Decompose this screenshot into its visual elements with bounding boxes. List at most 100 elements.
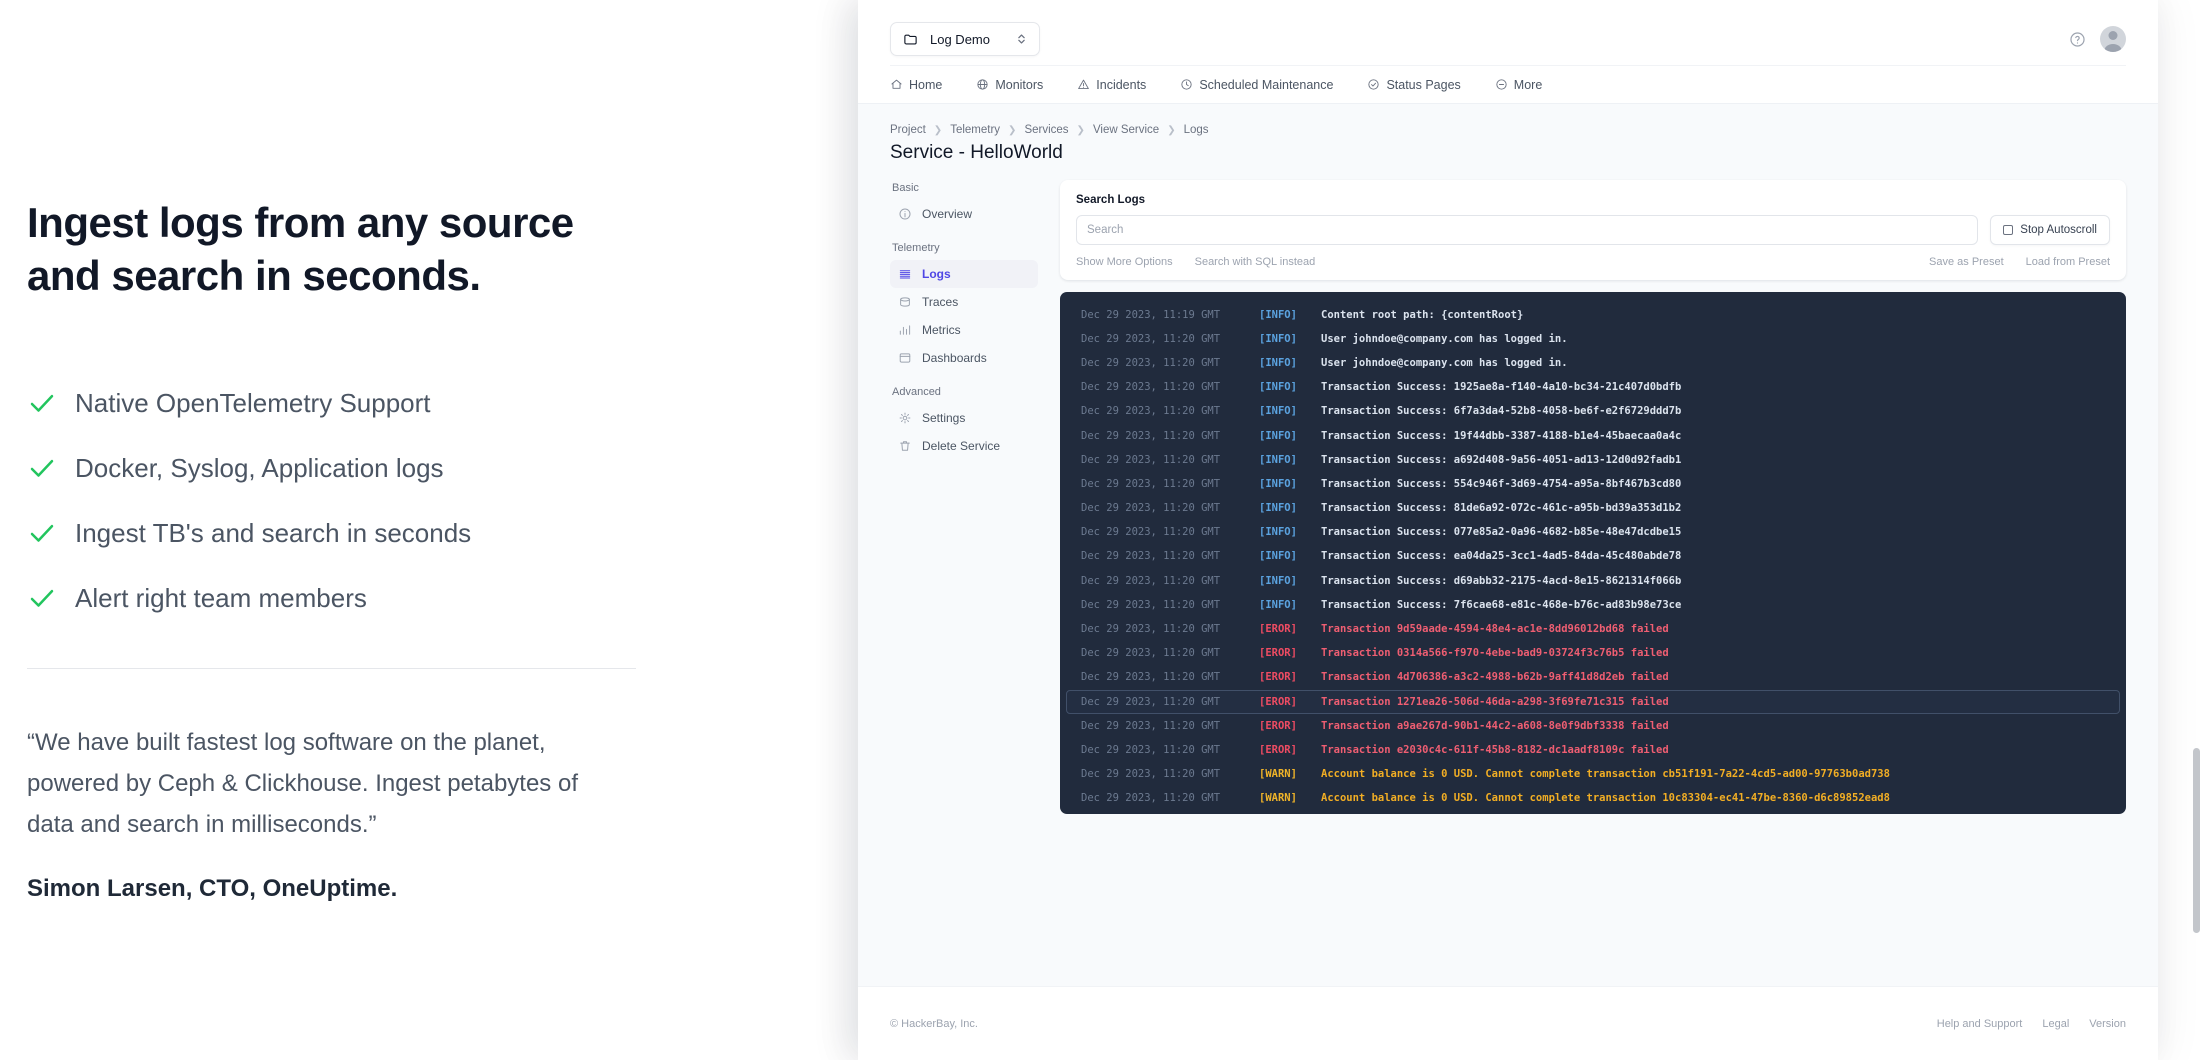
app-body: Project❯Telemetry❯Services❯View Service❯… xyxy=(858,103,2158,986)
feature-item: Alert right team members xyxy=(27,566,858,631)
sidebar-item-metrics[interactable]: Metrics xyxy=(890,316,1038,344)
footer-link-version[interactable]: Version xyxy=(2089,1018,2126,1030)
log-line[interactable]: Dec 29 2023, 11:20 GMT[INFO]User johndoe… xyxy=(1066,327,2120,351)
log-line[interactable]: Dec 29 2023, 11:20 GMT[INFO]Transaction … xyxy=(1066,545,2120,569)
stop-autoscroll-button[interactable]: Stop Autoscroll xyxy=(1990,215,2110,245)
log-level-badge: [INFO] xyxy=(1259,356,1321,371)
sidebar-group: TelemetryLogsTracesMetricsDashboards xyxy=(890,242,1038,372)
log-timestamp: Dec 29 2023, 11:20 GMT xyxy=(1081,404,1259,419)
link-show-more-options[interactable]: Show More Options xyxy=(1076,256,1173,268)
sidebar-item-overview[interactable]: Overview xyxy=(890,200,1038,228)
sidebar-item-traces[interactable]: Traces xyxy=(890,288,1038,316)
log-timestamp: Dec 29 2023, 11:20 GMT xyxy=(1081,743,1259,758)
sidebar-item-label: Settings xyxy=(922,411,965,425)
browser-scrollbar-thumb[interactable] xyxy=(2193,748,2200,933)
feature-label: Docker, Syslog, Application logs xyxy=(75,453,444,484)
sidebar-item-label: Logs xyxy=(922,267,951,281)
log-message: Transaction Success: 6f7a3da4-52b8-4058-… xyxy=(1321,404,1681,419)
log-line[interactable]: Dec 29 2023, 11:20 GMT[WARN]Account bala… xyxy=(1066,763,2120,787)
search-links-row: Show More Options Search with SQL instead… xyxy=(1076,256,2110,268)
log-line[interactable]: Dec 29 2023, 11:20 GMT[INFO]User johndoe… xyxy=(1066,351,2120,375)
log-timestamp: Dec 29 2023, 11:20 GMT xyxy=(1081,791,1259,806)
check-icon xyxy=(27,518,57,548)
log-message: Transaction 1271ea26-506d-46da-a298-3f69… xyxy=(1321,695,1669,710)
log-viewer[interactable]: Dec 29 2023, 11:19 GMT[INFO]Content root… xyxy=(1060,292,2126,814)
feature-item: Docker, Syslog, Application logs xyxy=(27,436,858,501)
sidebar-item-label: Overview xyxy=(922,207,972,221)
log-line[interactable]: Dec 29 2023, 11:20 GMT[INFO]User johndoe… xyxy=(1066,811,2120,814)
feature-list: Native OpenTelemetry Support Docker, Sysl… xyxy=(27,371,858,631)
log-line[interactable]: Dec 29 2023, 11:20 GMT[INFO]Transaction … xyxy=(1066,497,2120,521)
log-message: Transaction Success: 7f6cae68-e81c-468e-… xyxy=(1321,598,1681,613)
topbar-actions xyxy=(2069,26,2126,52)
log-message: Transaction Success: ea04da25-3cc1-4ad5-… xyxy=(1321,549,1681,564)
nav-item-home[interactable]: Home xyxy=(890,78,942,92)
breadcrumb-item[interactable]: View Service xyxy=(1093,124,1159,136)
log-line[interactable]: Dec 29 2023, 11:20 GMT[INFO]Transaction … xyxy=(1066,569,2120,593)
sidebar-group-title: Advanced xyxy=(892,386,1038,398)
log-line[interactable]: Dec 29 2023, 11:20 GMT[EROR]Transaction … xyxy=(1066,714,2120,738)
app-topbar: Log Demo xyxy=(858,0,2158,103)
check-icon xyxy=(27,453,57,483)
log-timestamp: Dec 29 2023, 11:20 GMT xyxy=(1081,332,1259,347)
link-search-with-sql-instead[interactable]: Search with SQL instead xyxy=(1195,256,1316,268)
log-level-badge: [EROR] xyxy=(1259,695,1321,710)
browser-scrollbar[interactable] xyxy=(2191,0,2202,1060)
log-line[interactable]: Dec 29 2023, 11:20 GMT[EROR]Transaction … xyxy=(1066,642,2120,666)
log-message: Transaction Success: 554c946f-3d69-4754-… xyxy=(1321,477,1681,492)
log-level-badge: [INFO] xyxy=(1259,574,1321,589)
log-line[interactable]: Dec 29 2023, 11:20 GMT[INFO]Transaction … xyxy=(1066,521,2120,545)
log-line[interactable]: Dec 29 2023, 11:19 GMT[INFO]Content root… xyxy=(1066,303,2120,327)
log-line[interactable]: Dec 29 2023, 11:20 GMT[EROR]Transaction … xyxy=(1066,666,2120,690)
breadcrumb-item[interactable]: Services xyxy=(1024,124,1068,136)
breadcrumb-item[interactable]: Logs xyxy=(1184,124,1209,136)
log-line[interactable]: Dec 29 2023, 11:20 GMT[INFO]Transaction … xyxy=(1066,376,2120,400)
log-line[interactable]: Dec 29 2023, 11:20 GMT[INFO]Transaction … xyxy=(1066,400,2120,424)
log-level-badge: [INFO] xyxy=(1259,525,1321,540)
sidebar-item-label: Traces xyxy=(922,295,958,309)
project-selector[interactable]: Log Demo xyxy=(890,22,1040,56)
footer-link-help-and-support[interactable]: Help and Support xyxy=(1937,1018,2023,1030)
log-level-badge: [EROR] xyxy=(1259,670,1321,685)
feature-label: Native OpenTelemetry Support xyxy=(75,388,431,419)
search-logs-card: Search Logs Stop Autoscroll Show More Op… xyxy=(1060,180,2126,280)
breadcrumb-separator-icon: ❯ xyxy=(1008,125,1016,136)
log-timestamp: Dec 29 2023, 11:20 GMT xyxy=(1081,429,1259,444)
log-level-badge: [EROR] xyxy=(1259,743,1321,758)
search-input[interactable] xyxy=(1076,215,1978,245)
user-avatar[interactable] xyxy=(2100,26,2126,52)
log-level-badge: [INFO] xyxy=(1259,332,1321,347)
log-line[interactable]: Dec 29 2023, 11:20 GMT[INFO]Transaction … xyxy=(1066,593,2120,617)
log-line[interactable]: Dec 29 2023, 11:20 GMT[EROR]Transaction … xyxy=(1066,690,2120,714)
service-sidebar: BasicOverviewTelemetryLogsTracesMetricsD… xyxy=(890,180,1038,814)
breadcrumb-item[interactable]: Project xyxy=(890,124,926,136)
log-line[interactable]: Dec 29 2023, 11:20 GMT[INFO]Transaction … xyxy=(1066,472,2120,496)
link-save-as-preset[interactable]: Save as Preset xyxy=(1929,256,2004,268)
log-line[interactable]: Dec 29 2023, 11:20 GMT[EROR]Transaction … xyxy=(1066,617,2120,641)
log-level-badge: [INFO] xyxy=(1259,380,1321,395)
nav-item-monitors[interactable]: Monitors xyxy=(976,78,1043,92)
nav-item-incidents[interactable]: Incidents xyxy=(1077,78,1146,92)
log-message: Transaction Success: 81de6a92-072c-461c-… xyxy=(1321,501,1681,516)
footer-link-legal[interactable]: Legal xyxy=(2042,1018,2069,1030)
nav-item-status-pages[interactable]: Status Pages xyxy=(1367,78,1460,92)
section-divider xyxy=(27,668,636,669)
sidebar-item-delete-service[interactable]: Delete Service xyxy=(890,432,1038,460)
metrics-bar-icon xyxy=(898,323,912,337)
link-load-from-preset[interactable]: Load from Preset xyxy=(2026,256,2110,268)
breadcrumb-item[interactable]: Telemetry xyxy=(950,124,1000,136)
log-line[interactable]: Dec 29 2023, 11:20 GMT[INFO]Transaction … xyxy=(1066,448,2120,472)
log-timestamp: Dec 29 2023, 11:20 GMT xyxy=(1081,501,1259,516)
breadcrumb-separator-icon: ❯ xyxy=(1077,125,1085,136)
sidebar-item-settings[interactable]: Settings xyxy=(890,404,1038,432)
nav-item-scheduled-maintenance[interactable]: Scheduled Maintenance xyxy=(1180,78,1333,92)
sidebar-item-dashboards[interactable]: Dashboards xyxy=(890,344,1038,372)
question-circle-icon[interactable] xyxy=(2069,31,2086,48)
log-line[interactable]: Dec 29 2023, 11:20 GMT[WARN]Account bala… xyxy=(1066,787,2120,811)
content-columns: BasicOverviewTelemetryLogsTracesMetricsD… xyxy=(890,180,2126,814)
nav-item-more[interactable]: More xyxy=(1495,78,1542,92)
log-line[interactable]: Dec 29 2023, 11:20 GMT[INFO]Transaction … xyxy=(1066,424,2120,448)
sidebar-item-logs[interactable]: Logs xyxy=(890,260,1038,288)
log-line[interactable]: Dec 29 2023, 11:20 GMT[EROR]Transaction … xyxy=(1066,738,2120,762)
nav-item-label: Monitors xyxy=(995,78,1043,92)
